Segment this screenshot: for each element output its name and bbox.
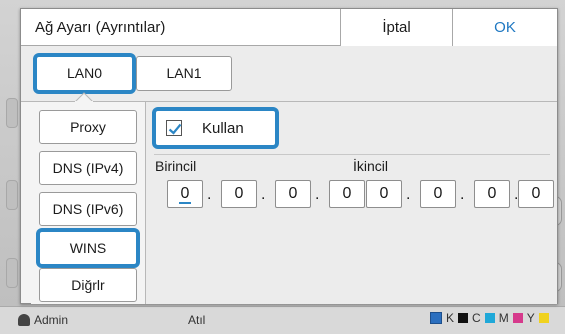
ink-status: K C M Y xyxy=(430,311,549,325)
lan-tab-row: LAN0 LAN1 xyxy=(21,46,557,102)
side-item-other[interactable]: Diğrlr xyxy=(39,268,137,302)
network-settings-dialog: Ağ Ayarı (Ayrıntılar) İptal OK LAN0 LAN1… xyxy=(20,8,558,304)
secondary-octet-4[interactable]: 0 xyxy=(518,180,554,208)
ink-label-y: Y xyxy=(526,311,535,325)
ip-dot: . xyxy=(261,186,266,203)
ink-label-c: C xyxy=(472,311,481,325)
primary-octet-4[interactable]: 0 xyxy=(329,180,365,208)
side-item-dns-ipv6[interactable]: DNS (IPv6) xyxy=(39,192,137,226)
tab-lan1[interactable]: LAN1 xyxy=(136,56,232,91)
checkmark-icon xyxy=(168,123,182,135)
ip-dot: . xyxy=(207,186,212,203)
background-left-bar xyxy=(6,180,18,210)
ink-label-m: M xyxy=(498,311,509,325)
ink-bar-m xyxy=(512,313,523,323)
tab-pointer-icon xyxy=(75,92,93,102)
use-label: Kullan xyxy=(202,120,244,137)
ip-dot: . xyxy=(406,186,411,203)
ink-bar-c xyxy=(484,313,495,323)
secondary-octet-1[interactable]: 0 xyxy=(366,180,402,208)
background-user-label: Admin xyxy=(34,313,69,327)
tab-lan0[interactable]: LAN0 xyxy=(36,56,133,91)
ok-button[interactable]: OK xyxy=(452,9,557,46)
background-left-bar xyxy=(6,258,18,288)
secondary-octet-2[interactable]: 0 xyxy=(420,180,456,208)
dialog-title: Ağ Ayarı (Ayrıntılar) xyxy=(35,19,166,36)
ip-dot: . xyxy=(315,186,320,203)
dialog-title-bar: Ağ Ayarı (Ayrıntılar) İptal OK xyxy=(21,9,557,46)
ip-dot: . xyxy=(460,186,465,203)
primary-octet-1[interactable]: 0 xyxy=(167,180,203,208)
background-status-label: Atıl xyxy=(188,313,206,327)
ink-bar-y xyxy=(538,313,549,323)
background-status-bar: Admin Atıl K C M Y xyxy=(0,306,565,334)
primary-octet-2[interactable]: 0 xyxy=(221,180,257,208)
secondary-label: İkincil xyxy=(353,158,389,174)
use-checkbox[interactable] xyxy=(166,120,182,136)
side-item-dns-ipv4[interactable]: DNS (IPv4) xyxy=(39,151,137,185)
primary-octet-3[interactable]: 0 xyxy=(275,180,311,208)
cancel-button[interactable]: İptal xyxy=(340,9,452,46)
use-checkbox-button[interactable]: Kullan xyxy=(155,110,276,146)
divider xyxy=(154,154,550,155)
wins-settings-panel: Kullan Birincil 0 . 0 . 0 . 0 İkincil 0 … xyxy=(145,102,557,304)
ink-label-k: K xyxy=(446,311,455,325)
background-left-bar xyxy=(6,98,18,128)
ink-bar-k xyxy=(458,313,469,323)
side-menu: Proxy DNS (IPv4) DNS (IPv6) WINS Diğrlr xyxy=(31,102,145,304)
side-item-wins[interactable]: WINS xyxy=(39,231,137,265)
user-icon xyxy=(18,314,30,326)
primary-label: Birincil xyxy=(155,158,197,174)
secondary-octet-3[interactable]: 0 xyxy=(474,180,510,208)
primary-octet-1-value: 0 xyxy=(178,185,192,204)
background-user: Admin xyxy=(18,313,68,327)
edit-icon xyxy=(430,312,442,324)
side-item-proxy[interactable]: Proxy xyxy=(39,110,137,144)
